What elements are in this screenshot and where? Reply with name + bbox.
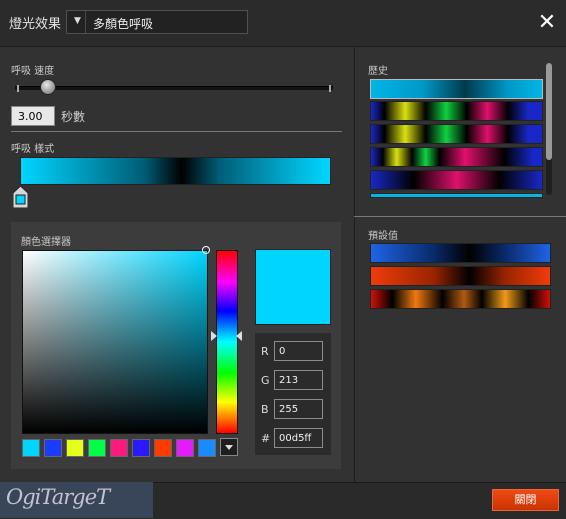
preset-item[interactable] [370,266,551,286]
preset-item[interactable] [370,243,551,263]
color-swatch[interactable] [22,439,40,457]
close-button[interactable]: 關閉 [492,489,559,511]
history-item[interactable] [370,124,543,144]
b-label: B [261,403,269,416]
sv-handle[interactable] [202,246,210,254]
history-item[interactable] [370,147,543,167]
dropdown-divider [85,11,86,33]
window-title: 燈光效果 [9,17,62,32]
color-stop-marker[interactable] [13,186,28,208]
hex-input[interactable]: 00d5ff [274,428,323,448]
hex-label: # [261,432,271,445]
effect-dropdown-value: 多顏色呼吸 [93,17,154,31]
r-input[interactable]: 0 [274,341,323,361]
b-input[interactable]: 255 [274,399,323,419]
divider [11,131,342,132]
speed-label: 呼吸 速度 [11,66,55,77]
swatch-row [22,439,216,457]
history-item[interactable] [370,193,543,198]
g-input[interactable]: 213 [274,370,323,390]
color-swatch[interactable] [198,439,216,457]
color-swatch[interactable] [176,439,194,457]
speed-unit-label: 秒數 [61,110,86,124]
style-label: 呼吸 樣式 [11,144,55,155]
g-label: G [261,374,270,387]
color-swatch[interactable] [44,439,62,457]
panel-divider [354,46,355,482]
slider-tick [329,85,331,92]
color-swatch[interactable] [154,439,172,457]
close-icon[interactable]: ✕ [536,12,558,34]
history-item[interactable] [370,170,543,190]
hue-pointer-right-icon[interactable] [236,331,242,341]
color-swatch[interactable] [66,439,84,457]
speed-slider-track[interactable] [15,85,333,92]
color-preview [255,249,331,325]
history-label: 歷史 [368,66,388,77]
gradient-style-bar[interactable] [20,157,331,185]
dropdown-arrow-icon: ▼ [74,16,81,26]
hue-pointer-left-icon[interactable] [211,331,217,341]
watermark-logo: OgiTargeT [0,482,153,518]
speed-slider-thumb[interactable] [40,79,56,95]
hue-slider[interactable] [216,250,238,434]
history-item[interactable] [370,101,543,121]
history-scrollbar-thumb[interactable] [546,63,552,160]
color-swatch[interactable] [88,439,106,457]
effect-dropdown[interactable]: ▼ 多顏色呼吸 [66,10,248,34]
saturation-value-box[interactable] [22,250,208,434]
speed-input[interactable]: 3.00 [11,106,55,126]
preset-item[interactable] [370,289,551,309]
color-picker-label: 顏色選擇器 [21,237,71,248]
divider [354,216,566,217]
more-swatches-button[interactable] [220,438,238,456]
presets-label: 預設值 [368,231,398,242]
r-label: R [261,345,269,358]
history-item[interactable] [370,79,543,99]
color-swatch[interactable] [110,439,128,457]
color-swatch[interactable] [132,439,150,457]
slider-tick [17,85,19,92]
